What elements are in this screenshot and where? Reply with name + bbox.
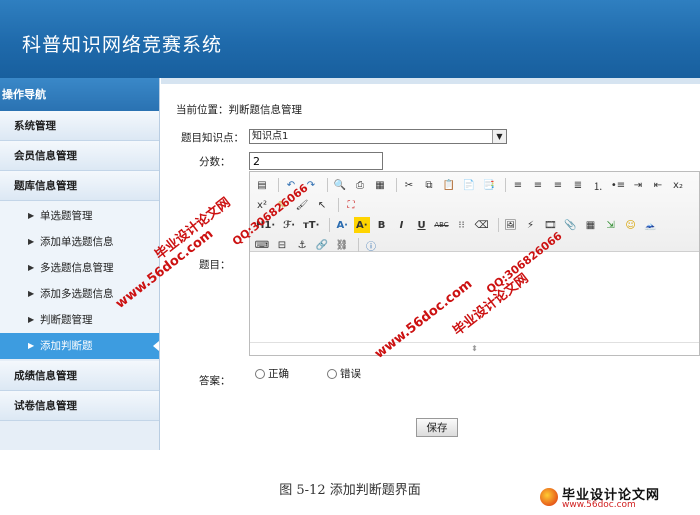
indent-icon[interactable]: ⇥: [630, 177, 646, 193]
ordered-list-icon[interactable]: ⒈: [590, 177, 606, 193]
answer-false-radio[interactable]: 错误: [327, 366, 361, 381]
triangle-right-icon: ▶: [28, 315, 35, 324]
align-left-icon[interactable]: ≡: [510, 177, 526, 193]
nav-category-exam-paper[interactable]: 试卷信息管理: [0, 391, 159, 421]
hr-icon[interactable]: ⁝⁝: [454, 217, 470, 233]
radio-circle-icon[interactable]: [255, 368, 265, 379]
preview-icon[interactable]: 🔍: [332, 177, 348, 193]
editor-toolbar: ▤ ↶ ↷ 🔍 ⎙ ▦ ✂ ⧉ 📋 📄 📑 ≡ ≡ ≡ ≣ ⒈ •≡ ⇥ ⇤ x…: [250, 172, 699, 253]
highlight-dropdown[interactable]: A·: [353, 217, 370, 233]
select-all-icon[interactable]: ↖: [314, 197, 330, 213]
nav-category-system[interactable]: 系统管理: [0, 111, 159, 141]
site-logo: 毕业设计论文网 www.56doc.com: [540, 484, 698, 512]
cut-icon[interactable]: ✂: [401, 177, 417, 193]
nav-category-score[interactable]: 成绩信息管理: [0, 361, 159, 391]
triangle-right-icon: ▶: [28, 211, 35, 220]
score-input[interactable]: [249, 152, 383, 170]
nav-header: 操作导航: [0, 78, 159, 111]
fullscreen-icon[interactable]: ⛶: [343, 197, 359, 213]
outdent-icon[interactable]: ⇤: [650, 177, 666, 193]
nav-category-question-bank[interactable]: 题库信息管理: [0, 171, 159, 201]
radio-circle-icon[interactable]: [327, 368, 337, 379]
nav-item-true-false[interactable]: ▶ 判断题管理: [0, 307, 159, 333]
image-icon[interactable]: 🖼: [503, 217, 519, 233]
justify-icon[interactable]: ≣: [570, 177, 586, 193]
subscript-icon[interactable]: x₂: [670, 177, 686, 193]
triangle-right-icon: ▶: [28, 263, 35, 272]
nav-item-single-choice[interactable]: ▶ 单选题管理: [0, 203, 159, 229]
bold-button[interactable]: B: [374, 217, 390, 233]
app-header: 科普知识网络竞赛系统: [0, 0, 700, 78]
answer-label: 答案：: [199, 375, 231, 387]
resize-handle-icon[interactable]: ⬍: [250, 342, 699, 355]
page-break-icon[interactable]: ⊟: [274, 237, 290, 253]
triangle-right-icon: ▶: [28, 289, 35, 298]
help-icon[interactable]: ⓘ: [363, 237, 379, 253]
flash-icon[interactable]: ⚡: [523, 217, 539, 233]
print-icon[interactable]: ⎙: [352, 177, 368, 193]
underline-button[interactable]: U: [414, 217, 430, 233]
main-content: 当前位置：判断题信息管理 题目知识点： 知识点1 ▼ 分数： 题目： ▤ ↶ ↷…: [161, 78, 700, 450]
nav-item-multi-choice[interactable]: ▶ 多选题信息管理: [0, 255, 159, 281]
active-indicator: [153, 341, 159, 351]
font-color-dropdown[interactable]: A·: [334, 217, 350, 233]
link-icon[interactable]: 🔗: [314, 237, 330, 253]
nav-item-add-true-false[interactable]: ▶ 添加判断题: [0, 333, 159, 359]
chevron-down-icon[interactable]: ▼: [492, 130, 506, 143]
logo-url: www.56doc.com: [562, 500, 636, 510]
attachment-icon[interactable]: 📎: [563, 217, 579, 233]
logo-mark-icon: [540, 488, 558, 506]
knowledge-label: 题目知识点：: [181, 132, 244, 144]
paste-text-icon[interactable]: 📄: [461, 177, 477, 193]
font-family-dropdown[interactable]: ℱ·: [281, 217, 297, 233]
align-right-icon[interactable]: ≡: [550, 177, 566, 193]
paste-word-icon[interactable]: 📑: [481, 177, 497, 193]
font-size-dropdown[interactable]: тT·: [301, 217, 321, 233]
nav-category-member[interactable]: 会员信息管理: [0, 141, 159, 171]
app-title: 科普知识网络竞赛系统: [22, 34, 223, 56]
copy-icon[interactable]: ⧉: [421, 177, 437, 193]
nav-item-add-single-choice[interactable]: ▶ 添加单选题信息: [0, 229, 159, 255]
sidebar: 操作导航 系统管理 会员信息管理 题库信息管理 ▶ 单选题管理 ▶ 添加单选题信息 …: [0, 78, 160, 450]
unlink-icon[interactable]: ⛓: [334, 237, 350, 253]
align-center-icon[interactable]: ≡: [530, 177, 546, 193]
template-icon[interactable]: ▦: [372, 177, 388, 193]
code-icon[interactable]: ⌨: [254, 237, 270, 253]
emoticon-icon[interactable]: ☺: [623, 217, 639, 233]
italic-button[interactable]: I: [394, 217, 410, 233]
strikethrough-button[interactable]: ABC: [434, 217, 450, 233]
eraser-icon[interactable]: ⌫: [474, 217, 490, 233]
insert-row-icon[interactable]: ⇲: [603, 217, 619, 233]
anchor-icon[interactable]: ⚓: [294, 237, 310, 253]
breadcrumb: 当前位置：判断题信息管理: [176, 104, 302, 116]
triangle-right-icon: ▶: [28, 237, 35, 246]
triangle-right-icon: ▶: [28, 341, 35, 350]
paste-icon[interactable]: 📋: [441, 177, 457, 193]
editor-content-area[interactable]: [250, 252, 699, 342]
rich-text-editor: ▤ ↶ ↷ 🔍 ⎙ ▦ ✂ ⧉ 📋 📄 📑 ≡ ≡ ≡ ≣ ⒈ •≡ ⇥ ⇤ x…: [249, 171, 700, 356]
knowledge-select-value: 知识点1: [252, 131, 289, 142]
picture-icon[interactable]: 🗻: [643, 217, 659, 233]
unordered-list-icon[interactable]: •≡: [610, 177, 626, 193]
question-label: 题目：: [199, 259, 231, 271]
score-label: 分数：: [199, 156, 231, 168]
source-icon[interactable]: ▤: [254, 177, 270, 193]
knowledge-select[interactable]: 知识点1 ▼: [249, 129, 507, 144]
answer-true-radio[interactable]: 正确: [255, 366, 289, 381]
save-button[interactable]: 保存: [416, 418, 458, 437]
table-icon[interactable]: ▦: [583, 217, 599, 233]
